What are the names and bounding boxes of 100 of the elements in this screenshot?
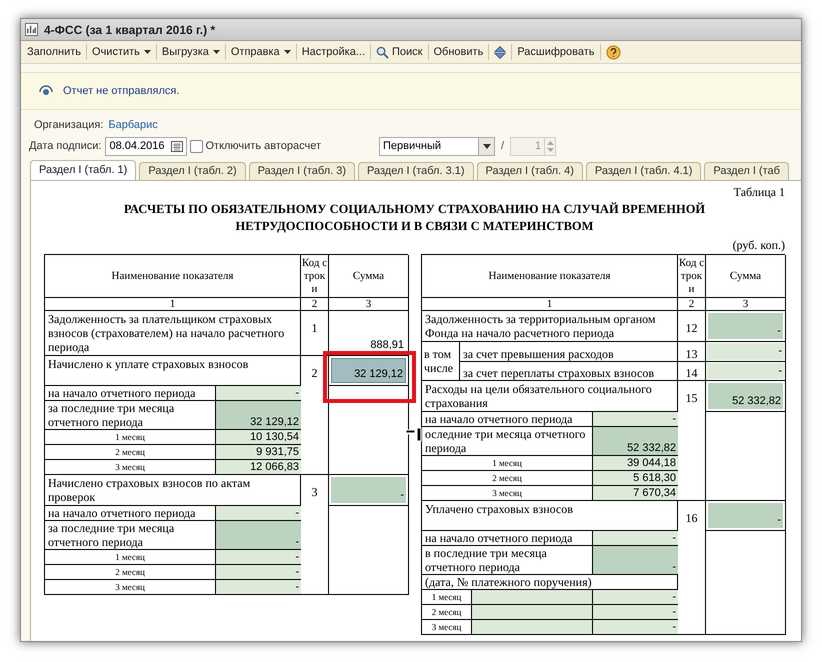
section-tab[interactable]: Раздел I (табл. 3) bbox=[248, 162, 356, 180]
column-header: Код строки bbox=[301, 256, 328, 296]
date-field[interactable]: 08.04.2016 bbox=[105, 136, 188, 156]
payment-date-cell[interactable] bbox=[472, 620, 593, 634]
sum-cell[interactable]: - bbox=[331, 477, 406, 503]
toolbar-button[interactable]: Настройка... bbox=[296, 42, 370, 62]
section-tab[interactable]: Раздел I (табл. 1) bbox=[30, 160, 136, 180]
section-tab[interactable]: Раздел I (табл. 4) bbox=[476, 162, 583, 180]
column-header: Код строки bbox=[678, 256, 705, 296]
section-tab[interactable]: Раздел I (табл. 2) bbox=[139, 162, 246, 180]
caret-icon bbox=[144, 50, 151, 54]
row-label: на начало отчетного периода bbox=[425, 412, 572, 426]
row-code: 15 bbox=[686, 391, 698, 405]
row-label: за счет превышения расходов bbox=[463, 346, 614, 360]
section-tab[interactable]: Раздел I (таб bbox=[704, 162, 789, 180]
toolbar-menu-button[interactable]: Отправка bbox=[226, 42, 296, 62]
help-icon bbox=[606, 44, 621, 60]
payment-date-cell[interactable] bbox=[472, 590, 593, 604]
indicator-label: Начислено к уплате страховых взносов bbox=[48, 357, 248, 371]
value-cell[interactable]: - bbox=[593, 605, 678, 619]
caret-icon bbox=[482, 144, 491, 148]
month-label: 3 месяц bbox=[432, 622, 462, 632]
sum-cell[interactable]: 32 129,12 bbox=[331, 358, 406, 383]
autocalc-checkbox[interactable]: Отключить авторасчет bbox=[190, 138, 322, 154]
column-header: Наименование показателя bbox=[112, 268, 234, 284]
row-label: на начало отчетного периода bbox=[425, 531, 572, 545]
toolbar-button[interactable]: Расшифровать bbox=[512, 42, 600, 62]
row-code: 13 bbox=[686, 346, 698, 360]
value-cell[interactable]: - bbox=[593, 590, 678, 604]
separator-text: / bbox=[501, 138, 504, 154]
up-down-arrows-icon bbox=[494, 44, 506, 60]
value-cell[interactable]: - bbox=[593, 412, 678, 426]
month-label: 3 месяц bbox=[115, 582, 145, 592]
row-label: на начало отчетного периода bbox=[48, 386, 196, 400]
column-header: Наименование показателя bbox=[488, 268, 610, 284]
sum-cell[interactable]: - bbox=[707, 362, 784, 379]
toolbar-button[interactable]: Обновить bbox=[428, 42, 488, 62]
notice-text: Отчет не отправлялся. bbox=[63, 84, 180, 99]
value-cell[interactable]: - bbox=[216, 521, 301, 549]
table-number: Таблица 1 bbox=[734, 184, 785, 201]
value-cell[interactable]: - bbox=[216, 506, 301, 520]
value-cell[interactable]: 5 618,30 bbox=[593, 471, 678, 485]
spin-arrows-icon bbox=[546, 140, 554, 152]
column-number: 1 bbox=[546, 298, 552, 310]
sum-cell[interactable]: - bbox=[708, 503, 783, 528]
toolbar-menu-button[interactable]: Очистить bbox=[87, 42, 156, 62]
value-cell[interactable]: 32 129,12 bbox=[216, 401, 301, 429]
caret-icon bbox=[284, 50, 291, 54]
value-cell[interactable]: 7 670,34 bbox=[593, 486, 678, 500]
value-cell[interactable]: - bbox=[216, 550, 301, 564]
value-cell[interactable]: - bbox=[216, 565, 301, 579]
section-tab[interactable]: Раздел I (табл. 4.1) bbox=[586, 162, 702, 180]
toolbar-button[interactable]: Заполнить bbox=[22, 42, 86, 62]
month-label: 1 месяц bbox=[432, 592, 462, 602]
window-title: 4-ФСС (за 1 квартал 2016 г.) * bbox=[44, 22, 216, 38]
value-cell[interactable]: 12 066,83 bbox=[216, 460, 301, 474]
section-tab[interactable]: Раздел I (табл. 3.1) bbox=[358, 162, 474, 180]
value-cell[interactable]: 52 332,82 bbox=[593, 427, 678, 455]
month-label: 2 месяц bbox=[432, 606, 462, 618]
month-label: 2 месяц bbox=[115, 566, 145, 578]
month-label: 3 месяц bbox=[492, 488, 522, 498]
value-cell[interactable]: 39 044,18 bbox=[593, 456, 678, 470]
sum-cell[interactable]: 52 332,82 bbox=[708, 383, 783, 409]
report-type-select[interactable]: Первичный bbox=[379, 136, 496, 156]
sum-cell[interactable]: - bbox=[707, 343, 784, 360]
note-label: (дата, № платежного поручения) bbox=[425, 575, 592, 589]
value-cell[interactable]: 10 130,54 bbox=[216, 430, 301, 444]
units-label: (руб. коп.) bbox=[732, 237, 785, 254]
value-cell[interactable]: - bbox=[593, 546, 678, 574]
sum-cell[interactable]: 888,91 bbox=[331, 313, 406, 353]
value-cell[interactable]: - bbox=[216, 580, 301, 594]
value-cell[interactable]: - bbox=[216, 386, 301, 400]
search-button[interactable]: Поиск bbox=[371, 42, 428, 62]
payment-date-cell[interactable] bbox=[472, 605, 593, 619]
column-number: 2 bbox=[688, 298, 694, 310]
month-label: 2 месяц bbox=[492, 472, 522, 484]
toolbar-menu-button[interactable]: Выгрузка bbox=[156, 42, 225, 62]
value-cell[interactable]: - bbox=[593, 531, 678, 545]
caret-icon bbox=[212, 50, 220, 54]
sum-cell[interactable]: - bbox=[708, 313, 783, 339]
column-number: 2 bbox=[312, 298, 318, 310]
indicator-label: Уплачено страховых взносов bbox=[425, 502, 573, 516]
value-cell[interactable]: - bbox=[593, 620, 678, 634]
indicator-label: Задолженность за плательщиком страховых взносов (страхователем) на начало расчетного периода bbox=[48, 312, 284, 354]
organization-label: Организация: bbox=[34, 118, 104, 133]
month-label: 1 месяц bbox=[492, 458, 522, 468]
row-label: в том числе bbox=[424, 347, 454, 375]
row-label: в последние три месяца отчетного периода bbox=[425, 546, 548, 574]
row-code: 14 bbox=[686, 366, 698, 380]
row-label: за счет переплаты страховых взносов bbox=[463, 366, 654, 380]
organization-link[interactable]: Барбарис bbox=[108, 116, 158, 134]
column-number: 3 bbox=[742, 298, 748, 310]
value-cell[interactable]: 9 931,75 bbox=[216, 445, 301, 459]
calendar-icon bbox=[171, 140, 184, 152]
report-title: РАСЧЕТЫ ПО ОБЯЗАТЕЛЬНОМУ СОЦИАЛЬНОМУ СТРАХОВАНИЮ НА СЛУЧАЙ ВРЕМЕННОЙ НЕТРУДОСПОСОБНОСТИ И В СВЯЗИ С МАТЕРИНСТВОМ bbox=[122, 201, 706, 235]
row-code: 12 bbox=[686, 321, 698, 335]
column-number: 3 bbox=[366, 298, 372, 310]
column-header: Сумма bbox=[730, 268, 762, 284]
row-code: 16 bbox=[686, 511, 698, 525]
signature-date-label: Дата подписи: bbox=[29, 138, 102, 154]
